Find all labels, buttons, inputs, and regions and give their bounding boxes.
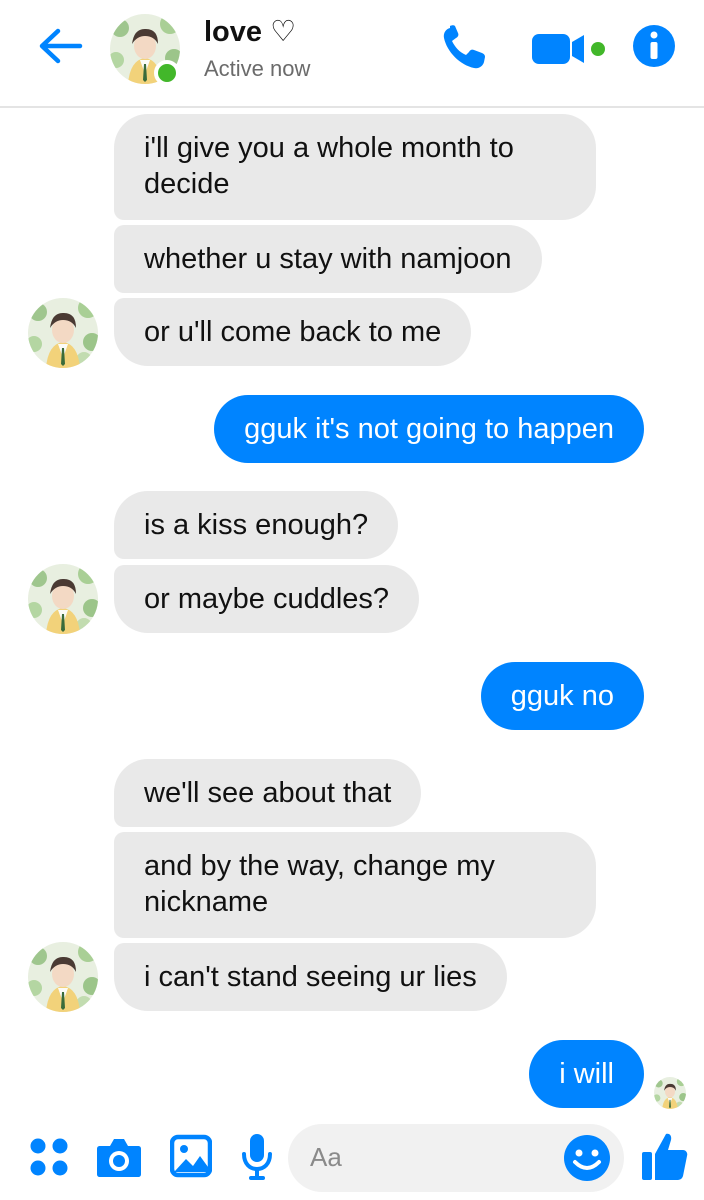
message-input-placeholder: Aa [310,1142,342,1172]
message-text: and by the way, change my [144,850,495,882]
back-arrow-icon[interactable] [36,26,84,66]
emoji-icon[interactable] [562,1133,612,1183]
message-text: or maybe cuddles? [144,583,390,615]
contact-avatar[interactable] [28,564,98,634]
message-bubble[interactable]: i can't stand seeing ur lies [114,943,507,1011]
message-bubble[interactable]: whether u stay with namjoon [114,225,542,293]
phone-icon[interactable] [440,24,490,72]
info-icon[interactable] [632,24,676,68]
message-text: i'll give you a whole month to [144,132,514,164]
apps-icon[interactable] [28,1136,70,1178]
camera-icon[interactable] [96,1136,142,1178]
message-bubble[interactable]: gguk no [480,662,644,730]
online-status-dot [154,60,180,86]
message-bubble[interactable]: is a kiss enough? [114,491,399,559]
conversation-header: love ♡ Active now [0,0,704,108]
active-status: Active now [204,56,311,81]
message-bubble[interactable]: gguk it's not going to happen [214,395,644,463]
message-bubble[interactable]: we'll see about that [114,759,422,827]
message-text: whether u stay with namjoon [144,243,512,275]
message-bubble[interactable]: i'll give you a whole month to decide [114,114,596,220]
message-text: i can't stand seeing ur lies [144,961,477,993]
message-text: or u'll come back to me [144,316,442,348]
message-text: decide [144,168,230,200]
thumbs-up-icon[interactable] [640,1130,690,1182]
microphone-icon[interactable] [240,1132,274,1182]
gallery-icon[interactable] [169,1134,213,1178]
seen-receipt-avatar [654,1077,686,1109]
contact-avatar[interactable] [28,942,98,1012]
message-bubble[interactable]: or maybe cuddles? [114,565,420,633]
message-bubble[interactable]: and by the way, change my nickname [114,832,596,938]
message-text: i will [559,1058,614,1090]
contact-avatar[interactable] [28,298,98,368]
message-text: nickname [144,886,269,918]
message-bubble[interactable]: i will [529,1040,644,1108]
video-camera-icon[interactable] [530,28,610,68]
message-bubble[interactable]: or u'll come back to me [114,298,472,366]
message-text: gguk no [510,680,614,712]
message-text: gguk it's not going to happen [244,413,614,445]
message-text: we'll see about that [144,777,392,809]
contact-name[interactable]: love ♡ [204,14,296,49]
message-text: is a kiss enough? [144,509,369,541]
